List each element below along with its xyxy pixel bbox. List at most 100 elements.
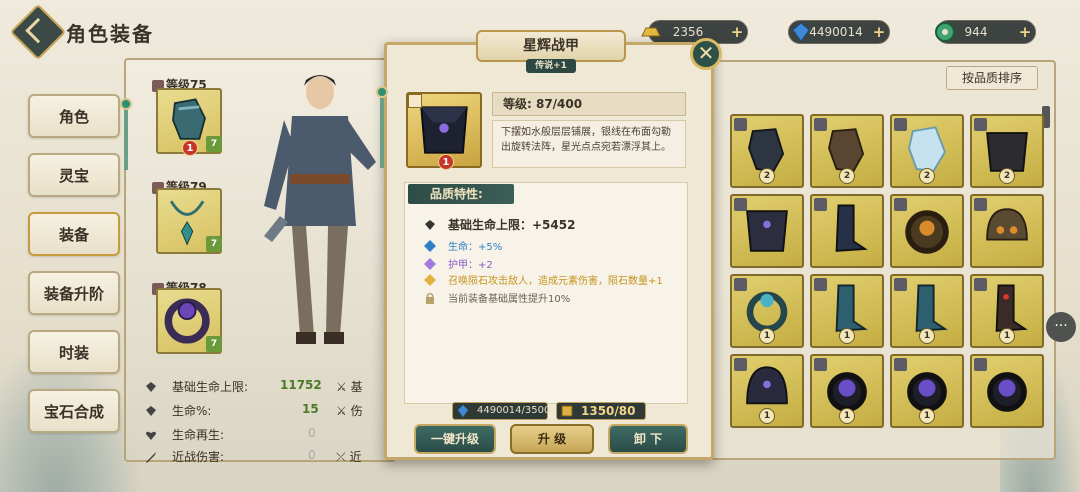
- gold-cost-text: 1350/80: [581, 404, 636, 418]
- slot-necklace-tier: 7: [206, 236, 222, 252]
- quality-line-armor: 护甲：+2: [424, 256, 493, 271]
- bow-icon: ⤫: [336, 450, 346, 464]
- ring-type-icon: [814, 358, 827, 371]
- nav-equipment-upgrade[interactable]: 装备升阶: [28, 271, 120, 315]
- inv-count: 1: [839, 328, 855, 344]
- crystal-cost-icon: [458, 405, 468, 417]
- armor-type-icon: [734, 198, 747, 211]
- popup-title: 星辉战甲: [476, 30, 626, 62]
- stat-melee-icon-row: ⤫ 近: [336, 448, 361, 465]
- slot-gloves-tier: 7: [206, 136, 222, 152]
- hp-stat-icon: [425, 219, 435, 230]
- blue-crystal-icon: [792, 22, 810, 42]
- inv-count: 2: [759, 168, 775, 184]
- stat-extra-3: 近: [349, 450, 362, 464]
- inv-item-boots-red[interactable]: 1: [970, 274, 1044, 348]
- nav-equipment[interactable]: 装备: [28, 212, 120, 256]
- inv-item-ring-gold[interactable]: [890, 194, 964, 268]
- item-description: 下摆如水般层层铺展，银线在布面勾勒出旋转法阵，星光点点宛若漂浮其上。: [492, 120, 686, 168]
- inv-count: 2: [999, 168, 1015, 184]
- stat-melee-value: 0: [308, 448, 316, 462]
- stat-regen-value: 0: [308, 426, 316, 440]
- stat-base-hp: 基础生命上限:: [144, 378, 248, 395]
- tassel-decoration: [124, 110, 128, 170]
- ring-type-icon: [894, 358, 907, 371]
- nav-gem-synthesis[interactable]: 宝石合成: [28, 389, 120, 433]
- inv-item-gauntlet-crystal[interactable]: 2: [890, 114, 964, 188]
- equip-slot-ring[interactable]: 7: [156, 288, 222, 354]
- inv-item-gauntlet-bronze[interactable]: 2: [810, 114, 884, 188]
- helmet-type-icon: [974, 198, 987, 211]
- stat-hp-percent-label: 生命%:: [172, 404, 212, 418]
- inv-item-armor-dark[interactable]: 2: [970, 114, 1044, 188]
- equip-slot-gloves[interactable]: 1 7: [156, 88, 222, 156]
- quality-line-meteor-text: 召唤陨石攻击敌人，造成元素伤害，陨石数量+1: [448, 276, 663, 287]
- blue-diamond-icon: [424, 239, 436, 252]
- inv-item-armor-starlight[interactable]: [730, 194, 804, 268]
- stat-hp-percent-value: 15: [302, 402, 319, 416]
- quality-line-hp-text: 生命：+5%: [448, 242, 503, 253]
- popup-tassel-decoration: [380, 98, 384, 168]
- boots-type-icon: [894, 278, 907, 291]
- inv-item-ring-purple-2[interactable]: 1: [890, 354, 964, 428]
- gloves-type-icon: [734, 118, 747, 131]
- ingot-add-button[interactable]: +: [727, 23, 747, 41]
- inv-item-ring-teal[interactable]: 1: [730, 274, 804, 348]
- boots-type-icon: [814, 278, 827, 291]
- sort-by-quality-button[interactable]: 按品质排序: [946, 66, 1038, 90]
- crystal-add-button[interactable]: +: [869, 23, 889, 41]
- quality-line-hp: 生命：+5%: [424, 238, 502, 253]
- crossed-swords-icon: ⚔: [336, 404, 347, 418]
- sword-icon: ⚔: [336, 380, 347, 394]
- inv-item-boots-teal-2[interactable]: 1: [890, 274, 964, 348]
- equip-slot-necklace[interactable]: 7: [156, 188, 222, 254]
- heart-regen-icon: [146, 431, 156, 440]
- hp-percent-icon: [146, 405, 156, 416]
- nav-lingbao[interactable]: 灵宝: [28, 153, 120, 197]
- unequip-button[interactable]: 卸 下: [608, 424, 688, 454]
- rarity-tag: 传说+1: [526, 59, 576, 73]
- inv-item-ring-purple-3[interactable]: [970, 354, 1044, 428]
- inv-count: 1: [919, 408, 935, 424]
- stat-extra-1: 伤: [350, 404, 363, 418]
- inv-item-ring-purple[interactable]: 1: [810, 354, 884, 428]
- inv-item-gauntlet-dark[interactable]: 2: [730, 114, 804, 188]
- boots-type-icon: [974, 278, 987, 291]
- inv-item-helmet-dark[interactable]: 1: [730, 354, 804, 428]
- stat-extra-0: 基: [350, 380, 363, 394]
- boots-type-icon: [814, 198, 827, 211]
- back-arrow-icon: [25, 17, 51, 44]
- item-level: 等级: 87/400: [492, 92, 686, 116]
- inv-count: 1: [919, 328, 935, 344]
- ring-type-icon: [974, 358, 987, 371]
- inv-item-helmet-bronze[interactable]: [970, 194, 1044, 268]
- armor-type-icon: [974, 118, 987, 131]
- auto-upgrade-button[interactable]: 一键升级: [414, 424, 496, 454]
- inv-item-boots-dark[interactable]: [810, 194, 884, 268]
- quality-header: 品质特性:: [408, 184, 514, 204]
- chat-button[interactable]: ···: [1046, 312, 1076, 342]
- helmet-type-icon: [734, 358, 747, 371]
- quality-line-base-bonus-text: 当前装备基础属性提升10%: [448, 294, 571, 305]
- nav-character[interactable]: 角色: [28, 94, 120, 138]
- inv-item-boots-teal[interactable]: 1: [810, 274, 884, 348]
- quality-line-base-bonus: 当前装备基础属性提升10%: [424, 290, 570, 305]
- quality-line-meteor: 召唤陨石攻击敌人，造成元素伤害，陨石数量+1: [424, 272, 663, 287]
- inv-count: 1: [759, 328, 775, 344]
- jade-add-button[interactable]: +: [1015, 23, 1035, 41]
- nav-fashion[interactable]: 时装: [28, 330, 120, 374]
- quality-line-armor-text: 护甲：+2: [448, 260, 493, 271]
- close-button[interactable]: ✕: [690, 38, 722, 70]
- slot-ring-tier: 7: [206, 336, 222, 352]
- stat-damage-icon-row: ⚔ 伤: [336, 402, 363, 419]
- gold-scroll-icon: [561, 405, 573, 417]
- inv-count: 2: [839, 168, 855, 184]
- upgrade-button[interactable]: 升 级: [510, 424, 594, 454]
- quality-base-stat: 基础生命上限：+5452: [424, 216, 575, 233]
- stat-regen: 生命再生:: [144, 426, 224, 443]
- stat-hp-percent: 生命%:: [144, 402, 211, 419]
- character-model: [264, 75, 376, 344]
- item-preview-badge: 1: [438, 154, 454, 170]
- quality-base-stat-text: 基础生命上限：+5452: [448, 218, 576, 232]
- stat-attack-icon-row: ⚔ 基: [336, 378, 363, 395]
